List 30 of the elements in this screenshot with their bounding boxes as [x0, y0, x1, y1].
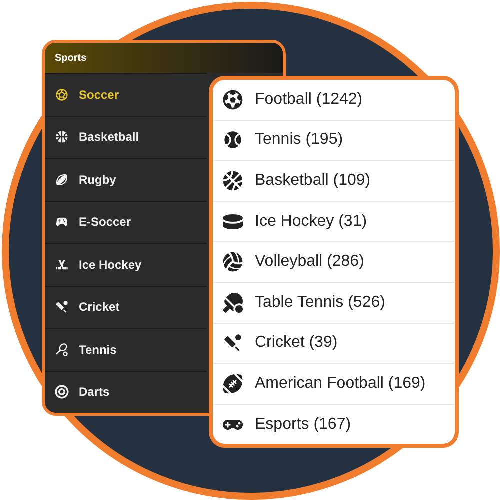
menu-item[interactable]: Soccer [45, 73, 207, 116]
sport-list-item[interactable]: Table Tennis (526) [213, 282, 455, 323]
menu-item[interactable]: Cricket [45, 286, 207, 328]
sport-list-item[interactable]: Ice Hockey (31) [213, 200, 455, 242]
table-tennis-icon [223, 292, 243, 313]
basketball-icon [223, 170, 243, 191]
hockey-sticks-icon [55, 258, 69, 272]
football-icon [223, 374, 243, 394]
cricket-bat-icon [55, 300, 69, 314]
basketball-icon [55, 130, 69, 144]
menu-item[interactable]: E-Soccer [45, 200, 207, 243]
cricket-bat-icon [223, 333, 243, 354]
sport-list-item[interactable]: Tennis (195) [213, 120, 455, 160]
sport-list-item[interactable]: Cricket (39) [213, 322, 455, 364]
menu-item[interactable]: Basketball [45, 116, 207, 158]
menu-item[interactable]: Darts [45, 370, 207, 413]
sport-list-item[interactable]: Football (1242) [213, 80, 455, 120]
sport-list-item[interactable]: Esports (167) [213, 404, 455, 444]
menu-item[interactable]: Rugby [45, 158, 207, 200]
volleyball-icon [223, 252, 243, 272]
tennis-racket-icon [55, 342, 69, 357]
menu-item[interactable]: Ice Hockey [45, 243, 207, 286]
sport-list-item[interactable]: Volleyball (286) [213, 241, 455, 282]
sport-list-item[interactable]: American Football (169) [213, 363, 455, 404]
menu-title: Sports [55, 52, 87, 64]
target-icon [55, 385, 69, 400]
ball-icon [223, 130, 243, 150]
sport-list-item[interactable]: Basketball (109) [213, 160, 455, 201]
menu-item[interactable]: Tennis [45, 328, 207, 370]
hockey-puck-icon [223, 212, 243, 232]
